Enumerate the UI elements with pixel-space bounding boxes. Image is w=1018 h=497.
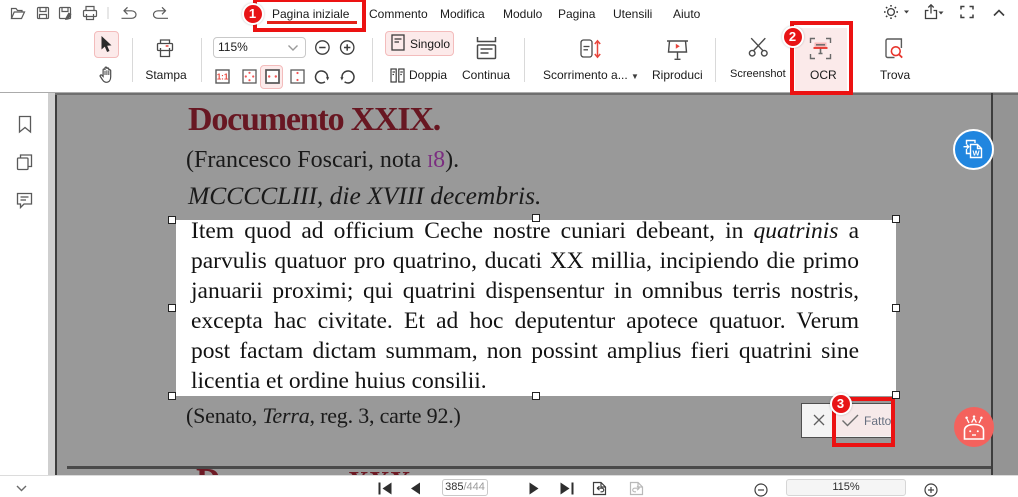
svg-text:W: W (972, 149, 980, 158)
svg-text:1:1: 1:1 (217, 73, 229, 82)
